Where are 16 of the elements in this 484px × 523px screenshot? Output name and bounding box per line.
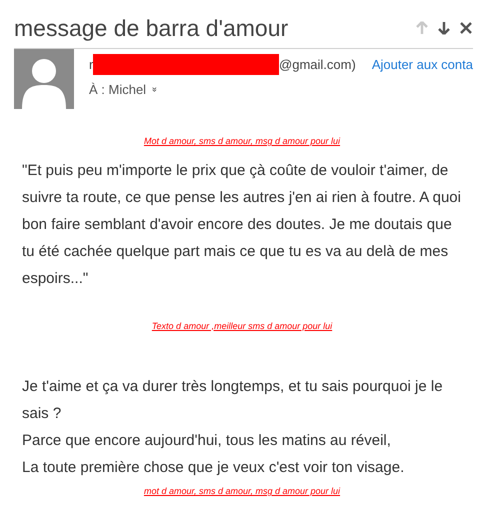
promo-link[interactable]: Mot d amour, sms d amour, msg d amour pour lui: [144, 135, 340, 148]
promo-link[interactable]: Texto d amour ,meilleur sms d amour pour lui: [152, 320, 332, 333]
recipient-label: À : Michel: [89, 81, 146, 99]
promo-link[interactable]: mot d amour, sms d amour, msg d amour pour lui: [144, 485, 340, 498]
message-paragraph: "Et puis peu m'importe le prix que çà coûte de vouloir t'aimer, de suivre ta route, ce que pense les autres j'en ai rien à foutre. A quoi bon faire semblant d'avoir encore des doutes. Je me doutais que tu été cachée quelque part mais ce que tu es va au delà de mes espoirs...": [22, 160, 462, 288]
sender-address-end: @gmail.com): [279, 56, 356, 74]
message-paragraph: Parce que encore aujourd'hui, tous les matins au réveil,: [22, 431, 392, 451]
message-paragraph: Je t'aime et ça va durer très longtemps, et tu sais pourquoi je le sais ?: [22, 377, 444, 424]
down-arrow-icon[interactable]: [438, 21, 450, 35]
message-paragraph: La toute première chose que je veux c'est voir ton visage.: [22, 458, 406, 478]
window-title: message de barra d'amour: [14, 14, 288, 43]
close-icon[interactable]: [460, 22, 472, 34]
avatar-icon: [14, 49, 74, 109]
add-contact-link[interactable]: Ajouter aux conta: [372, 54, 473, 74]
expand-button[interactable]: »: [150, 87, 160, 92]
sender-address-start: r: [89, 56, 94, 74]
